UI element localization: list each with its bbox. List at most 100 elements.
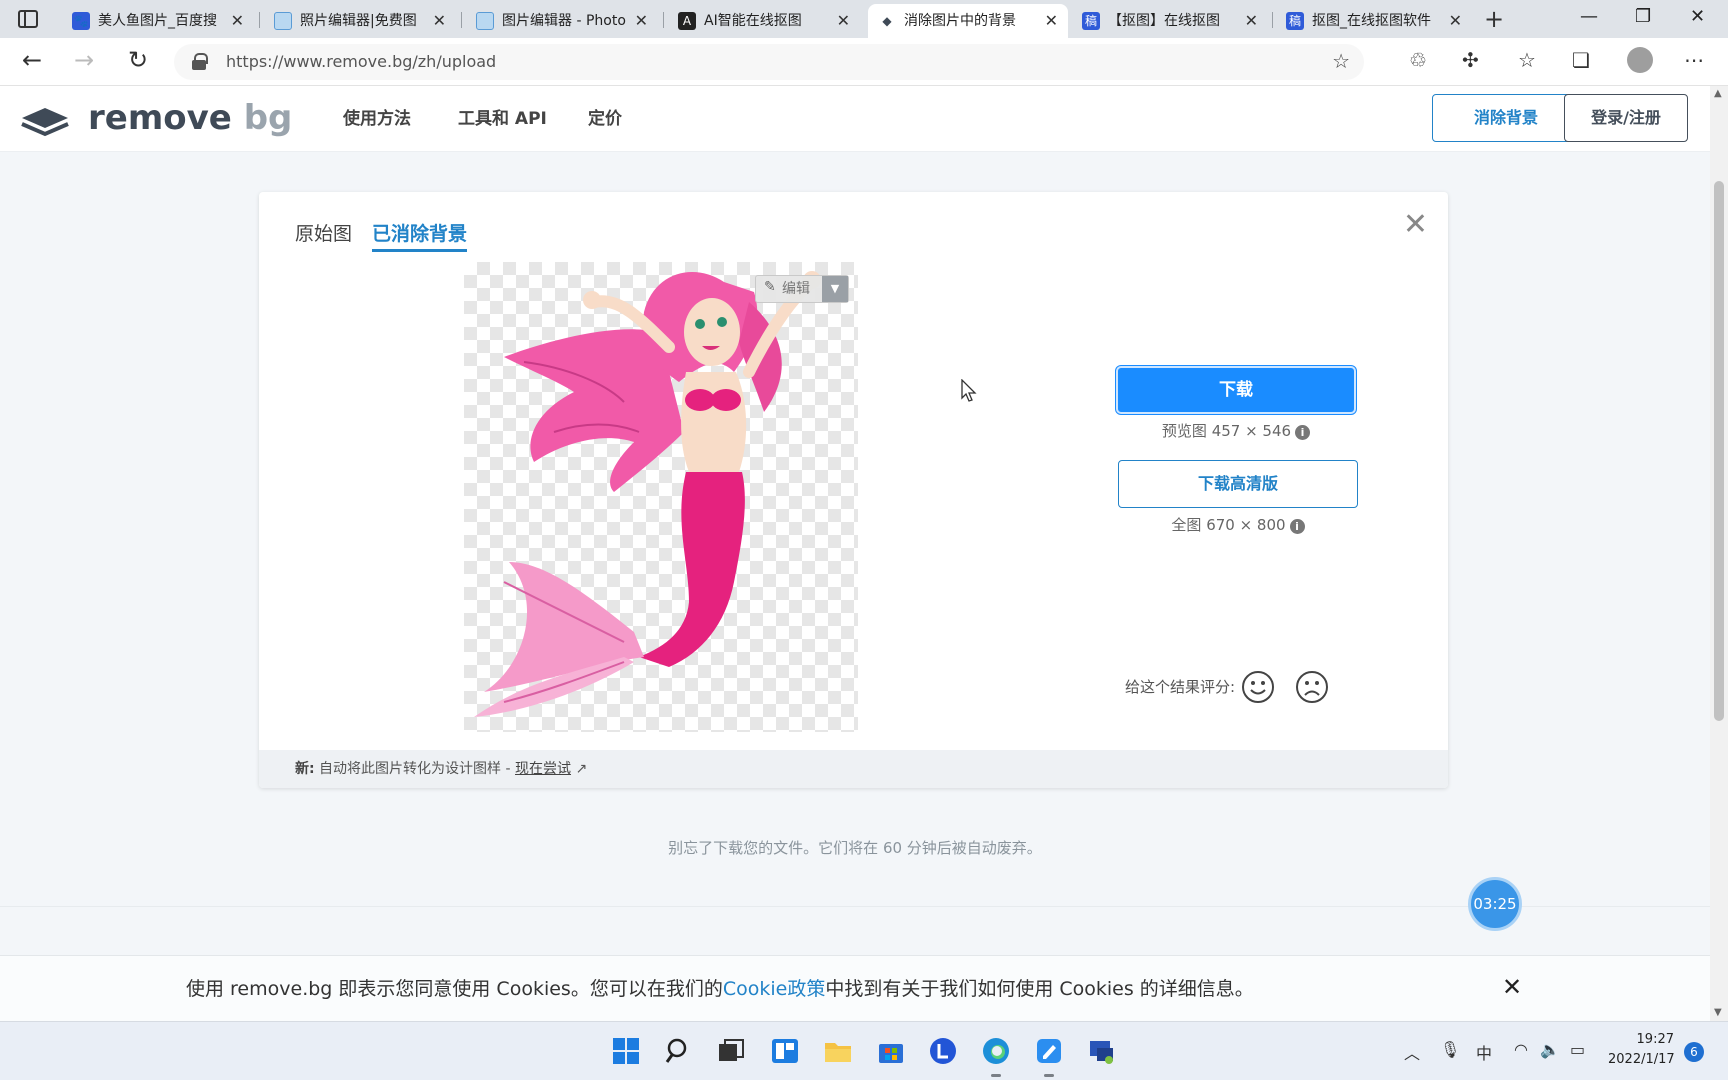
gao-icon: 稿 [1082, 12, 1100, 30]
reload-icon[interactable]: ↻ [128, 46, 148, 74]
new-tab-icon[interactable]: + [1484, 5, 1504, 33]
start-icon[interactable] [611, 1036, 641, 1066]
close-icon[interactable]: ✕ [1045, 4, 1058, 38]
back-icon[interactable]: ← [22, 46, 42, 74]
design-promo-bar: 新: 自动将此图片转化为设计图样 - 现在尝试 ↗ [259, 750, 1448, 788]
gao-icon: 稿 [1286, 12, 1304, 30]
close-icon[interactable]: ✕ [1245, 4, 1258, 38]
minimize-icon[interactable]: — [1580, 6, 1598, 27]
restore-icon[interactable]: ❐ [1635, 6, 1651, 27]
tab-removed-background[interactable]: 已消除背景 [372, 220, 468, 252]
url-field[interactable]: https://www.remove.bg/zh/upload ☆ [174, 44, 1364, 80]
microphone-icon[interactable]: 🎙 [1440, 1040, 1460, 1059]
forward-icon[interactable]: → [74, 46, 94, 74]
scroll-up-icon[interactable]: ▲ [1714, 88, 1722, 99]
browser-tab-7[interactable]: 稿 抠图_在线抠图软件 ✕ [1276, 4, 1472, 38]
ai-logo-icon: A [678, 12, 696, 30]
scroll-thumb[interactable] [1714, 181, 1724, 721]
brush-icon: ✎ [764, 279, 776, 295]
battery-icon[interactable]: ▭ [1570, 1040, 1585, 1059]
notification-badge[interactable]: 6 [1684, 1042, 1704, 1062]
chevron-down-icon[interactable]: ▼ [822, 276, 848, 302]
result-preview-image: ✎ 编辑 ▼ [464, 262, 858, 732]
search-icon[interactable] [664, 1036, 694, 1066]
info-icon[interactable]: i [1295, 425, 1311, 440]
add-favorite-icon[interactable]: ☆ [1332, 49, 1350, 73]
cookie-policy-link[interactable]: Cookie政策 [723, 978, 826, 1000]
browser-tab-4[interactable]: A AI智能在线抠图 ✕ [668, 4, 860, 38]
page-scrollbar[interactable]: ▲ ▼ [1710, 86, 1728, 1021]
full-size-info: 全图 670 × 800 i [1118, 514, 1358, 535]
lock-icon[interactable] [192, 53, 208, 70]
try-now-link[interactable]: 现在尝试 [515, 761, 571, 777]
edge-browser-icon[interactable] [981, 1036, 1011, 1066]
browser-tab-2[interactable]: 照片编辑器|免费图 ✕ [264, 4, 456, 38]
result-card: 原始图 已消除背景 ✕ ✎ 编辑 ▼ 下载 预览图 457 × 546 i 下载… [259, 192, 1448, 788]
file-expiry-notice: 别忘了下载您的文件。它们将在 60 分钟后被自动废弃。 [668, 839, 1042, 857]
remote-desktop-icon[interactable] [1087, 1036, 1117, 1066]
tab-separator [1272, 12, 1273, 28]
close-icon[interactable]: ✕ [1449, 4, 1462, 38]
logo-text-main: remove [88, 98, 232, 138]
active-app-indicator [991, 1074, 1001, 1077]
info-icon[interactable]: i [1289, 519, 1305, 534]
browser-tab-1[interactable]: 🐾 美人鱼图片_百度搜 ✕ [62, 4, 254, 38]
tab-original[interactable]: 原始图 [295, 220, 352, 248]
show-hidden-icons[interactable]: ︿ [1404, 1040, 1420, 1064]
lark-app-icon[interactable] [928, 1036, 958, 1066]
browser-tab-5[interactable]: ◆ 消除图片中的背景 ✕ [868, 4, 1068, 38]
more-menu-icon[interactable]: ⋯ [1684, 48, 1704, 72]
tab-separator [259, 12, 260, 28]
baidu-paw-icon: 🐾 [72, 12, 90, 30]
collections-icon[interactable]: ❏ [1572, 48, 1590, 72]
window-close-icon[interactable]: ✕ [1690, 6, 1705, 27]
browser-tab-3[interactable]: 图片编辑器 - Photo ✕ [466, 4, 658, 38]
nav-how-to-use[interactable]: 使用方法 [343, 86, 411, 152]
scroll-down-icon[interactable]: ▼ [1714, 1007, 1722, 1018]
close-icon[interactable]: ✕ [837, 4, 850, 38]
ime-indicator[interactable]: 中 [1476, 1040, 1492, 1064]
preview-size-info: 预览图 457 × 546 i [1116, 420, 1356, 441]
clock-date: 2022/1/17 [1608, 1052, 1675, 1067]
download-hd-button[interactable]: 下载高清版 [1118, 460, 1358, 508]
image-editor-icon [274, 12, 292, 30]
tab-separator [663, 12, 664, 28]
happy-face-icon[interactable] [1241, 670, 1275, 704]
nav-pricing[interactable]: 定价 [588, 86, 622, 152]
close-icon[interactable]: ✕ [433, 4, 446, 38]
sad-face-icon[interactable] [1295, 670, 1329, 704]
task-view-icon[interactable] [716, 1036, 746, 1066]
page-divider [0, 906, 1710, 907]
system-clock[interactable]: 19:27 2022/1/17 [1608, 1030, 1675, 1070]
close-icon[interactable]: ✕ [1403, 210, 1428, 240]
logo-text-accent: bg [243, 98, 293, 138]
nav-tools-api[interactable]: 工具和 API [458, 86, 547, 152]
store-icon[interactable] [876, 1036, 906, 1066]
profile-avatar[interactable] [1627, 47, 1653, 73]
edit-button[interactable]: ✎ 编辑 ▼ [755, 275, 849, 303]
close-icon[interactable]: ✕ [635, 4, 648, 38]
close-icon[interactable]: ✕ [231, 4, 244, 38]
tab-actions-icon[interactable] [18, 10, 38, 28]
extensions-icon[interactable]: ✣ [1462, 48, 1479, 72]
widgets-icon[interactable] [770, 1036, 800, 1066]
remove-background-button[interactable]: 消除背景 [1432, 94, 1580, 142]
file-explorer-icon[interactable] [823, 1036, 853, 1066]
login-signup-button[interactable]: 登录/注册 [1564, 94, 1688, 142]
browser-tab-bar: 🐾 美人鱼图片_百度搜 ✕ 照片编辑器|免费图 ✕ 图片编辑器 - Photo … [0, 0, 1728, 38]
volume-icon[interactable]: 🔈 [1540, 1040, 1560, 1059]
url-text[interactable]: https://www.remove.bg/zh/upload [226, 44, 496, 80]
tab-separator [461, 12, 462, 28]
close-icon[interactable]: ✕ [1502, 973, 1522, 1001]
recording-timer[interactable]: 03:25 [1468, 877, 1522, 931]
notes-app-icon[interactable] [1034, 1036, 1064, 1066]
external-link-icon[interactable]: ↗ [575, 761, 587, 777]
favorites-icon[interactable]: ☆ [1518, 48, 1536, 72]
browser-tab-6[interactable]: 稿 【抠图】在线抠图 ✕ [1072, 4, 1268, 38]
clock-time: 19:27 [1636, 1032, 1674, 1047]
download-button[interactable]: 下载 [1116, 366, 1356, 414]
wifi-icon[interactable]: ◠ [1514, 1040, 1528, 1059]
mermaid-illustration [474, 271, 821, 717]
address-bar-row: ← → ↻ https://www.remove.bg/zh/upload ☆ … [0, 38, 1728, 86]
browser-essentials-icon[interactable]: ♲ [1409, 48, 1427, 72]
